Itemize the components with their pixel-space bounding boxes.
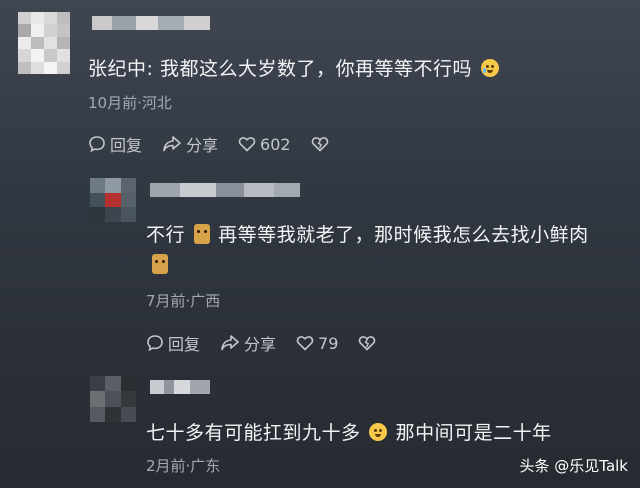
comment-meta: 2月前·广东 xyxy=(146,457,221,475)
comment-text-part1: 七十多有可能扛到九十多 xyxy=(146,422,361,444)
comment-text-part1: 不行 xyxy=(146,224,186,246)
reply-label: 回复 xyxy=(168,335,201,354)
like-count: 602 xyxy=(260,134,291,154)
like-button[interactable]: 79 xyxy=(296,334,338,353)
reply-label: 回复 xyxy=(110,136,143,155)
reply-button[interactable]: 回复 xyxy=(88,132,142,156)
comment-bubble-icon xyxy=(147,335,163,352)
avatar[interactable] xyxy=(18,12,70,74)
comment-text-part2: 那中间可是二十年 xyxy=(395,422,552,444)
share-label: 分享 xyxy=(244,335,277,354)
comment-text: 不行 再等等我就老了，那时候我怎么去找小鲜肉 xyxy=(146,220,589,247)
comment-text: 张纪中: 我都这么大岁数了，你再等等不行吗 xyxy=(88,54,501,81)
doge-emoji xyxy=(193,224,210,244)
username-blurred[interactable] xyxy=(92,16,210,30)
share-button[interactable]: 分享 xyxy=(162,132,218,156)
doge-emoji xyxy=(152,254,168,274)
loudly-crying-face-emoji xyxy=(480,59,499,77)
heart-icon xyxy=(296,336,314,351)
comment-text-emoji-line xyxy=(150,254,170,275)
like-button[interactable]: 602 xyxy=(238,135,291,154)
dislike-button[interactable] xyxy=(358,334,380,352)
comment-bubble-icon xyxy=(89,136,105,153)
comment-text-content: 张纪中: 我都这么大岁数了，你再等等不行吗 xyxy=(88,58,472,80)
broken-heart-icon xyxy=(311,137,328,152)
heart-icon xyxy=(238,137,256,152)
broken-heart-icon xyxy=(359,336,376,351)
avatar[interactable] xyxy=(90,376,136,422)
comment-meta: 10月前·河北 xyxy=(88,94,172,112)
share-arrow-icon xyxy=(221,335,239,351)
username-blurred[interactable] xyxy=(150,380,210,394)
dislike-button[interactable] xyxy=(311,135,333,153)
watermark: 头条 @乐见Talk xyxy=(519,457,629,475)
share-label: 分享 xyxy=(186,136,219,155)
grinning-sweat-face-emoji xyxy=(369,423,388,441)
comment-text-part2: 再等等我就老了，那时候我怎么去找小鲜肉 xyxy=(218,224,589,246)
share-button[interactable]: 分享 xyxy=(220,331,276,355)
avatar[interactable] xyxy=(90,178,136,222)
comment-actions: 回复 分享 79 xyxy=(146,331,400,355)
comment-text: 七十多有可能扛到九十多 那中间可是二十年 xyxy=(146,418,552,445)
username-blurred[interactable] xyxy=(150,183,300,197)
comment-actions: 回复 分享 602 xyxy=(88,132,353,156)
share-arrow-icon xyxy=(163,136,181,152)
like-count: 79 xyxy=(318,333,339,353)
reply-button[interactable]: 回复 xyxy=(146,331,200,355)
comment-meta: 7月前·广西 xyxy=(146,292,221,310)
